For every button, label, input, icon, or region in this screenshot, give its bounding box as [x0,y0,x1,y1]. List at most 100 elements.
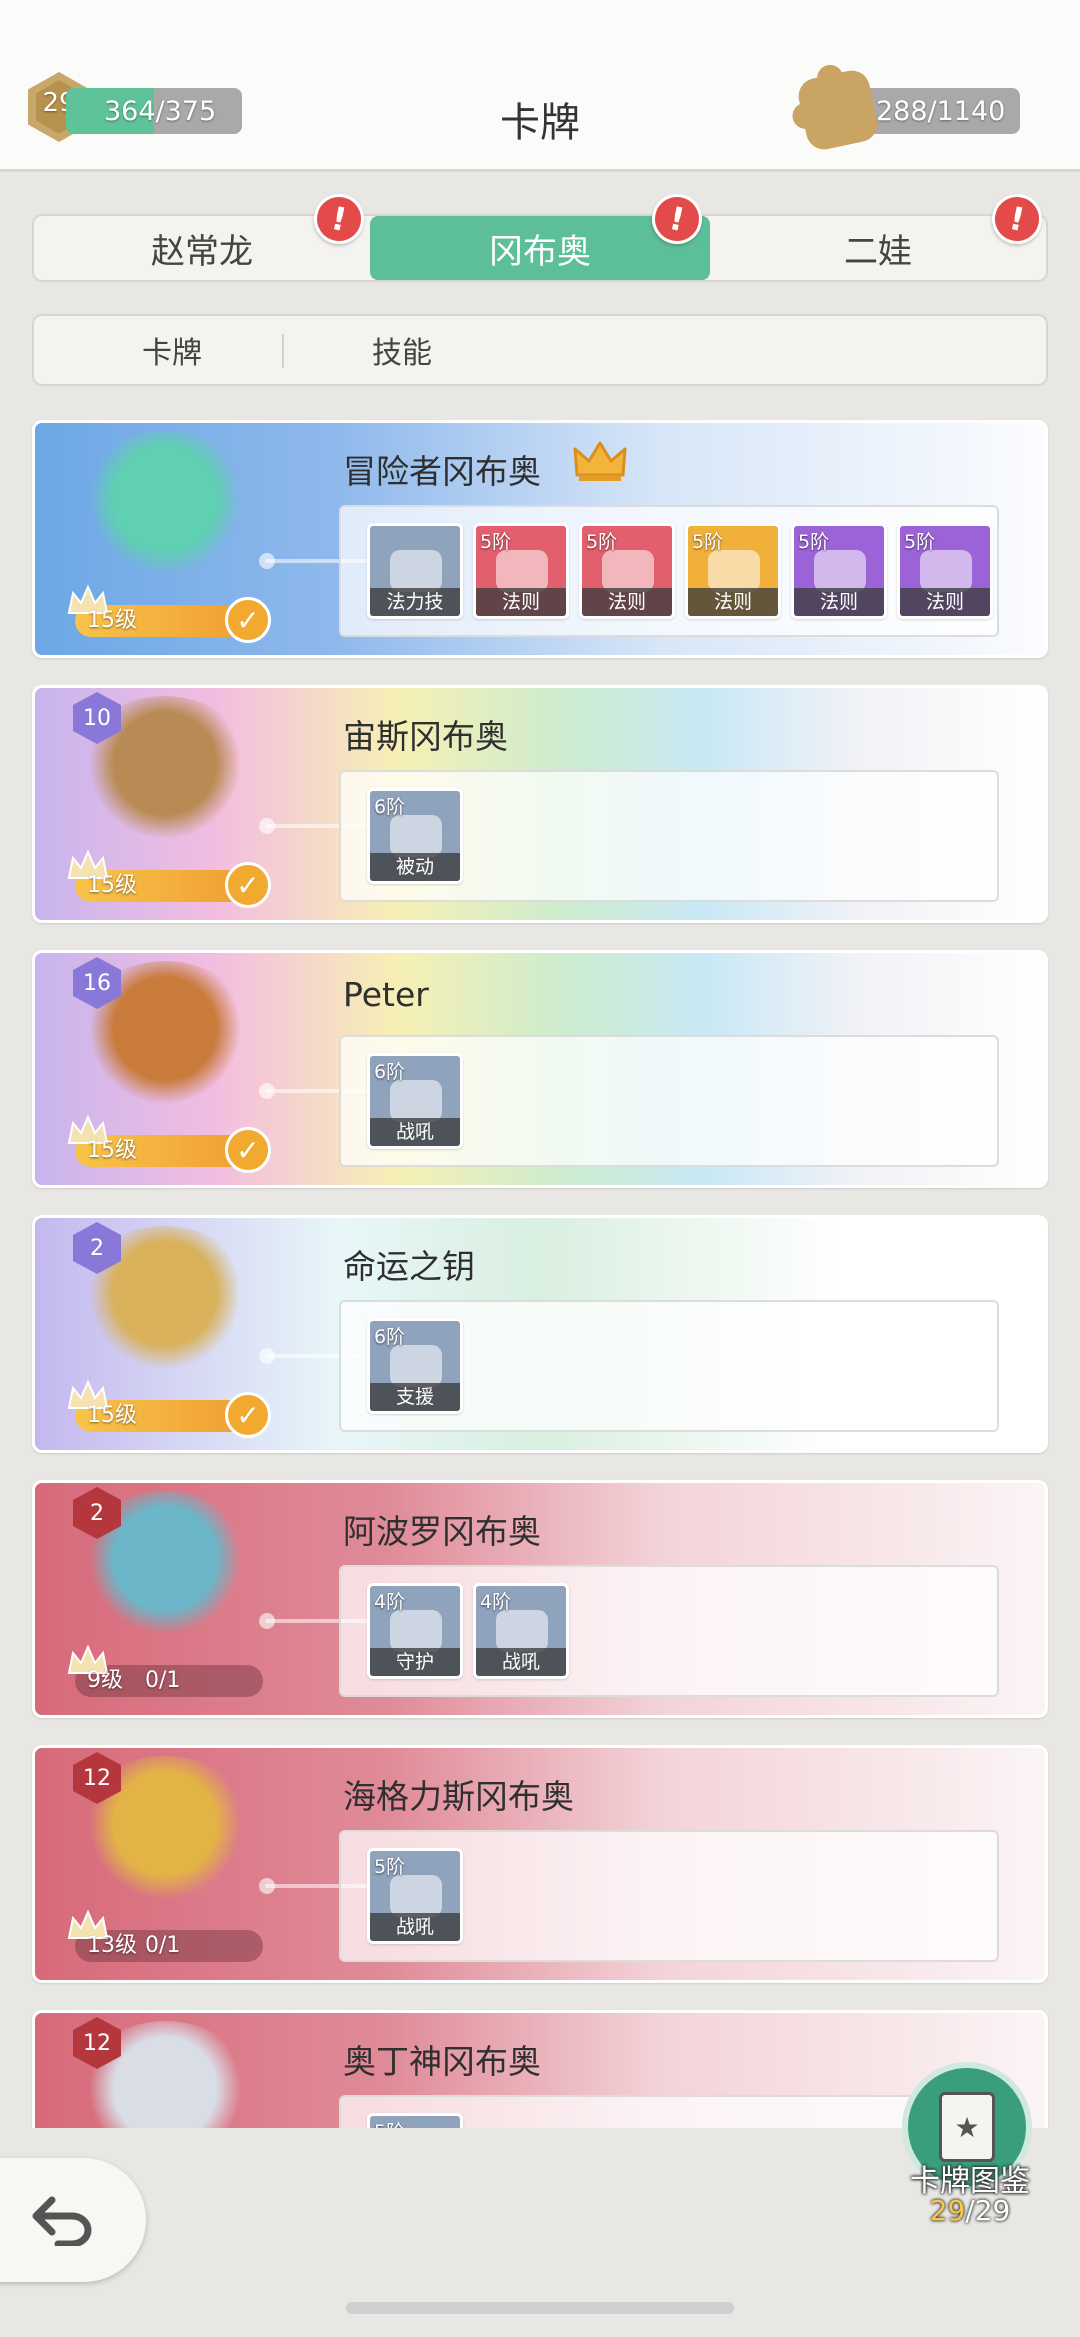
skill-tier: 6阶 [374,1326,406,1348]
check-icon: ✓ [225,1392,271,1438]
skill-icon[interactable]: 6阶被动 [367,788,463,884]
card-row[interactable]: 12 奥丁神冈布奥 5阶 [32,2010,1048,2128]
skill-type: 守护 [370,1648,460,1676]
skill-icon[interactable]: 5阶 [367,2113,463,2128]
back-arrow-icon [32,2196,92,2246]
card-name: 宙斯冈布奥 [343,717,508,756]
card-row[interactable]: 2 15级 ✓ 命运之钥 6阶支援 [32,1215,1048,1453]
skill-type: 支援 [370,1383,460,1411]
skill-tier: 5阶 [692,531,724,553]
skill-art [390,1875,442,1917]
card-row[interactable]: 12 13级 0/1 海格力斯冈布奥 5阶战吼 [32,1745,1048,1983]
skill-icon[interactable]: 5阶法则 [685,523,781,619]
skill-icon[interactable]: 4阶战吼 [473,1583,569,1679]
skill-icon[interactable]: 6阶支援 [367,1318,463,1414]
card-row[interactable]: 2 9级 0/1 阿波罗冈布奥 4阶 守护 4阶 战吼 [32,1480,1048,1718]
skill-art [390,1345,442,1387]
skill-type: 法力技 [370,588,460,616]
skill-tier: 6阶 [374,796,406,818]
skill-tier: 5阶 [374,1856,406,1878]
crown-icon [573,441,627,481]
skill-panel: 4阶 守护 4阶 战吼 [339,1565,999,1697]
skill-type: 战吼 [370,1913,460,1941]
skill-type: 法则 [476,588,566,616]
rank-value: 16 [83,970,111,996]
skill-panel: 6阶被动 [339,770,999,902]
card-level: 15级 [87,608,137,633]
skill-art [390,1610,442,1652]
skill-art [496,1610,548,1652]
skill-tier: 5阶 [904,531,936,553]
skill-type: 被动 [370,853,460,881]
card-row[interactable]: 16 15级 ✓ Peter 6阶战吼 [32,950,1048,1188]
skill-panel: 6阶支援 [339,1300,999,1432]
skill-icon[interactable]: 法力技 [367,523,463,619]
rank-value: 12 [83,1765,111,1791]
card-name: 奥丁神冈布奥 [343,2042,541,2081]
rank-value: 10 [83,705,111,731]
card-book-icon: ★ [939,2092,995,2162]
skill-type: 法则 [900,588,990,616]
card-dex-count: 29/29 [890,2194,1050,2227]
home-indicator[interactable] [346,2302,734,2314]
rank-value: 2 [90,1500,104,1526]
skill-icon[interactable]: 5阶法则 [579,523,675,619]
skill-art [390,550,442,592]
skill-type: 战吼 [476,1648,566,1676]
skill-icon[interactable]: 4阶守护 [367,1583,463,1679]
skill-icon[interactable]: 5阶战吼 [367,1848,463,1944]
skill-art [602,550,654,592]
card-fragment-progress: 0/1 [145,1933,181,1958]
card-name: 冒险者冈布奥 [343,452,541,491]
skill-panel: 5阶 [339,2095,999,2128]
skill-tier: 5阶 [798,531,830,553]
skill-tier: 4阶 [374,1591,406,1613]
skill-tier: 5阶 [374,2117,405,2128]
skill-tier: 5阶 [480,531,512,553]
rank-value: 2 [90,1235,104,1261]
card-list[interactable]: 15级 ✓ 冒险者冈布奥 法力技 5阶 法则 5阶 法则 5阶 法则 5阶 法则 5阶 法则 10 15级 ✓ 宙… [0,0,1080,2128]
check-icon: ✓ [225,1127,271,1173]
card-fragment-progress: 0/1 [145,1668,181,1693]
card-portrait[interactable] [75,431,255,581]
skill-art [814,550,866,592]
fragment-value: 288/1140 [876,95,1006,127]
skill-art [496,550,548,592]
card-level: 15级 [87,873,137,898]
skill-tier: 4阶 [480,1591,512,1613]
skill-art [390,815,442,857]
skill-type: 法则 [688,588,778,616]
skill-art [390,1080,442,1122]
rank-value: 12 [83,2030,111,2056]
energy-value: 364/375 [104,95,217,127]
card-level: 15级 [87,1138,137,1163]
skill-tier: 6阶 [374,1061,406,1083]
skill-tier: 5阶 [586,531,618,553]
skill-panel: 法力技 5阶 法则 5阶 法则 5阶 法则 5阶 法则 5阶 法则 [339,505,999,637]
check-icon: ✓ [225,862,271,908]
skill-icon[interactable]: 6阶战吼 [367,1053,463,1149]
card-name: 阿波罗冈布奥 [343,1512,541,1551]
skill-type: 战吼 [370,1118,460,1146]
check-icon: ✓ [225,597,271,643]
skill-panel: 5阶战吼 [339,1830,999,1962]
card-level: 13级 [87,1933,137,1958]
card-name: Peter [343,975,429,1014]
card-row[interactable]: 15级 ✓ 冒险者冈布奥 法力技 5阶 法则 5阶 法则 5阶 法则 5阶 法则 5阶 法则 [32,420,1048,658]
skill-type: 法则 [794,588,884,616]
skill-icon[interactable]: 5阶法则 [791,523,887,619]
card-level: 15级 [87,1403,137,1428]
skill-art [708,550,760,592]
dex-total: /29 [965,2194,1011,2227]
card-row[interactable]: 10 15级 ✓ 宙斯冈布奥 6阶被动 [32,685,1048,923]
skill-icon[interactable]: 5阶法则 [897,523,993,619]
dex-owned: 29 [929,2194,966,2227]
skill-art [920,550,972,592]
card-name: 海格力斯冈布奥 [343,1777,574,1816]
skill-panel: 6阶战吼 [339,1035,999,1167]
card-level: 9级 [87,1668,123,1693]
card-name: 命运之钥 [343,1247,475,1286]
skill-icon[interactable]: 5阶法则 [473,523,569,619]
back-button[interactable] [0,2158,146,2282]
skill-type: 法则 [582,588,672,616]
